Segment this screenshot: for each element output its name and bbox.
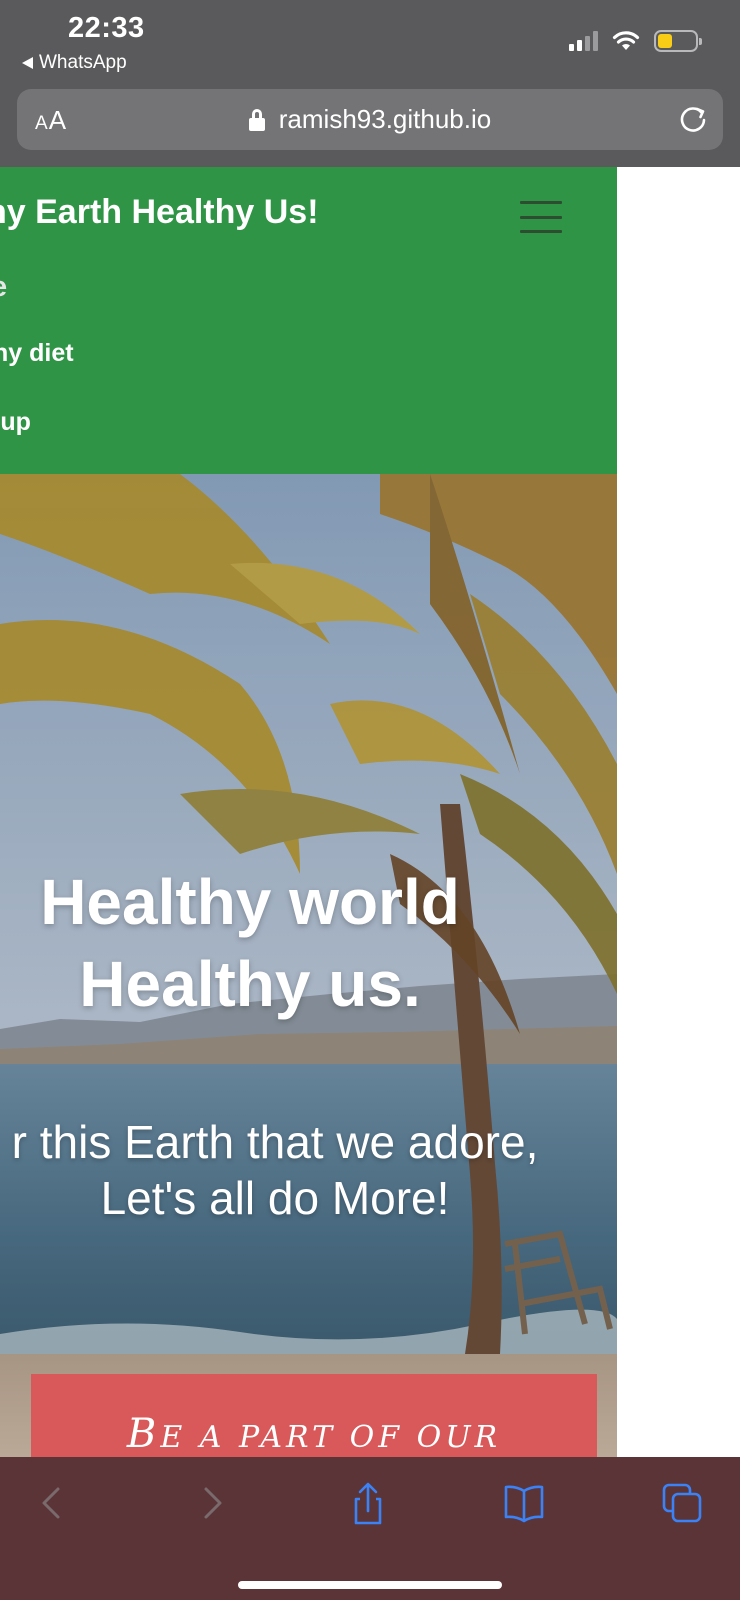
browser-bottom-toolbar [0, 1457, 740, 1600]
status-time: 22:33 [68, 12, 145, 44]
tabs-icon[interactable] [660, 1481, 704, 1525]
status-icons [569, 30, 702, 52]
battery-icon [654, 30, 702, 52]
web-page: hy Earth Healthy Us! e hy diet -up [0, 167, 617, 1457]
address-bar[interactable]: AA ramish93.github.io [17, 89, 723, 150]
cta-text: BE A PART OF OUR [126, 1411, 502, 1457]
hero-section: Healthy world Healthy us. r this Earth t… [0, 474, 617, 1457]
share-icon[interactable] [346, 1481, 390, 1525]
bookmarks-icon[interactable] [502, 1481, 546, 1525]
home-indicator [238, 1581, 502, 1589]
lock-icon [248, 108, 265, 131]
nav-item-home[interactable]: e [0, 271, 7, 304]
hero-subtitle: r this Earth that we adore, Let's all do… [11, 1116, 539, 1224]
site-brand-link[interactable]: hy Earth Healthy Us! [0, 193, 319, 232]
nav-item-healthy-diet[interactable]: hy diet [0, 339, 74, 368]
reload-icon[interactable] [677, 103, 709, 135]
nav-item-clean-up[interactable]: -up [0, 408, 31, 437]
hero-title: Healthy world Healthy us. [40, 866, 460, 1020]
back-arrow-icon[interactable] [30, 1481, 74, 1525]
back-triangle-icon [22, 57, 33, 69]
cellular-signal-icon [569, 31, 598, 51]
forward-arrow-icon[interactable] [190, 1481, 234, 1525]
site-navbar: hy Earth Healthy Us! e hy diet -up [0, 167, 617, 474]
wifi-icon [612, 31, 640, 50]
back-app-label: WhatsApp [39, 52, 127, 73]
join-cta-banner[interactable]: BE A PART OF OUR [31, 1374, 597, 1457]
menu-hamburger-icon[interactable] [520, 201, 562, 233]
url-text: ramish93.github.io [278, 104, 492, 134]
browser-top-bar: 22:33 WhatsApp AA ramish93.github.io [0, 0, 740, 167]
back-to-app-link[interactable]: WhatsApp [22, 52, 127, 74]
